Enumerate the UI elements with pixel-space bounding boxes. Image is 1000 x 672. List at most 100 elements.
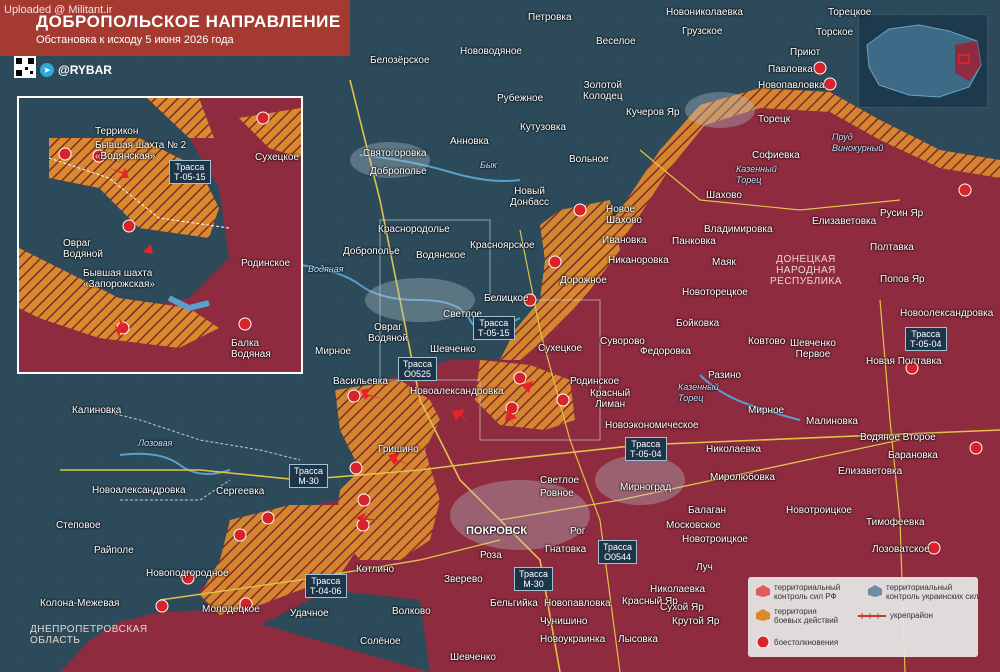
place-krasny-liman: Красный Лиман	[590, 388, 631, 410]
place-rog: Рог	[570, 526, 586, 537]
place-stepovoe: Степовое	[56, 520, 101, 531]
place-novoukrainka: Новоукраинка	[540, 634, 606, 645]
label-shakhta-2: Бывшая шахта № 2 «Водянская»	[95, 140, 187, 162]
place-lysovka: Лысовка	[618, 634, 658, 645]
place-kutuzovka: Кутузовка	[520, 122, 567, 133]
road-sign-t0406: Трасса Т-04-06	[305, 574, 347, 598]
inset-map: Террикон Бывшая шахта № 2 «Водянская» Тр…	[17, 96, 303, 374]
place-shakhovo: Шахово	[706, 190, 742, 201]
place-ivanovka: Ивановка	[602, 235, 647, 246]
place-lozovatskoe: Лозоватское	[872, 544, 930, 555]
place-grishino: Гришино	[378, 444, 419, 455]
place-boykovka: Бойковка	[676, 318, 720, 329]
legend-clashes: боестолкновения	[774, 638, 839, 647]
place-dorozhnoe: Дорожное	[560, 275, 607, 286]
place-elizavetovka: Елизаветовка	[812, 216, 877, 227]
place-torskoe: Торское	[816, 27, 854, 38]
place-rubezhnoe: Рубежное	[497, 93, 544, 104]
place-mirnograd: Мирноград	[620, 482, 672, 493]
place-balagan: Балаган	[688, 505, 727, 516]
place-novotroitskoe: Новотроицкое	[682, 534, 748, 545]
place-ovrag-vodyanoy: Овраг Водяной	[368, 322, 408, 344]
place-svetloe-s: Светлое	[540, 475, 580, 486]
label-rodinskoe-inset: Родинское	[241, 258, 291, 269]
legend-ua-control: территориальный контроль украинских сил	[886, 583, 979, 601]
place-svyatogorovka: Святогоровка	[363, 148, 427, 159]
place-zolotoy-kolodets: Золотой Колодец	[583, 80, 623, 102]
place-poltavka: Полтавка	[870, 242, 914, 253]
place-novopavlovka-s: Новопавловка	[544, 598, 611, 609]
map-title: ДОБРОПОЛЬСКОЕ НАПРАВЛЕНИЕ	[36, 12, 341, 31]
place-novoekonomicheskoe: Новоэкономическое	[605, 420, 699, 431]
legend-combat: территория боевых действий	[774, 607, 839, 625]
place-toretsk: Торецк	[758, 114, 791, 125]
place-mirolyubovka: Миролюбовка	[710, 472, 775, 483]
combat-swatch	[756, 609, 770, 621]
label-ovrag-inset: Овраг Водяной	[63, 238, 103, 260]
place-novotroitskoe-e: Новотроицкое	[786, 505, 852, 516]
fortified-line-icon	[858, 613, 886, 619]
place-vasilevka: Васильевка	[333, 376, 388, 387]
place-novooleksandrovka-e: Новоолександровка	[900, 308, 994, 319]
label-sukhetskoe-inset: Сухецкое	[255, 152, 300, 163]
place-baranovka: Барановка	[888, 450, 938, 461]
place-kucherov-yar: Кучеров Яр	[626, 107, 680, 118]
place-veseloe: Веселое	[596, 36, 636, 47]
place-vodyanoe-vtoroe: Водяное Второе	[860, 432, 936, 443]
place-volkovo: Волково	[392, 606, 431, 617]
place-novovodyanoe: Нововодяное	[460, 46, 522, 57]
place-sukhetskoe: Сухецкое	[538, 343, 583, 354]
place-pokrovsk: ПОКРОВСК	[466, 525, 528, 537]
place-solenoe: Солёное	[360, 636, 401, 647]
place-belozerskoe: Белозёрское	[370, 55, 430, 66]
place-novonikolaevka: Новониколаевка	[666, 7, 743, 18]
place-mayak: Маяк	[712, 257, 736, 268]
place-novy-donbass: Новый Донбасс	[510, 186, 550, 208]
place-toretskoe-n: Торецкое	[828, 7, 872, 18]
brand: ➤ @RYBAR	[40, 62, 112, 78]
place-mirnoe-e: Мирное	[748, 405, 785, 416]
road-sign-t0504-e: Трасса Т-05-04	[905, 327, 947, 351]
place-belgiyka: Бельгийка	[490, 598, 538, 609]
brand-name: @RYBAR	[58, 63, 112, 77]
place-kotlino-e: Ковтово	[748, 336, 786, 347]
road-sign-o0544: Трасса О0544	[598, 540, 638, 564]
place-rovnoe: Ровное	[540, 488, 574, 499]
label-balka: Балка Водяная	[231, 338, 271, 360]
place-krasnopodolye: Краснopодолье	[378, 224, 450, 235]
place-chunishino: Чунишино	[540, 616, 588, 627]
road-sign-t0515: Трасса Т-05-15	[473, 316, 515, 340]
place-gnatovka: Гнатовка	[545, 544, 587, 555]
place-shevchenko-n: Шевченко	[430, 344, 476, 355]
place-pankovka: Панковка	[672, 236, 716, 247]
paper-plane-icon: ➤	[40, 63, 54, 77]
region-dnr: ДОНЕЦКАЯ НАРОДНАЯ РЕСПУБЛИКА	[770, 254, 842, 287]
road-sign-t0515-inset: Трасса Т-05-15	[169, 160, 211, 184]
place-razino: Разино	[708, 370, 742, 381]
qr-code-icon	[14, 56, 36, 78]
place-rodinskoe: Родинское	[570, 376, 620, 387]
place-annovka: Анновка	[450, 136, 489, 147]
road-sign-m30: Трасса М-30	[514, 567, 554, 591]
road-sign-m30-w: Трасса М-30	[289, 464, 329, 488]
place-malinovka: Малиновка	[806, 416, 858, 427]
place-novaya-poltavka: Новая Полтавка	[866, 356, 942, 367]
water-lozovaya: Лозовая	[138, 438, 173, 448]
place-roza: Роза	[480, 550, 502, 561]
place-novopavlovka-n: Новопавловка	[758, 80, 825, 91]
place-vodyanskoe: Водянское	[416, 250, 466, 261]
place-raypole: Райполе	[94, 545, 134, 556]
place-novoaleksandrovka: Новоалександровка	[410, 386, 504, 397]
place-volnoe: Вольное	[569, 154, 609, 165]
road-sign-o0525: Трасса О0525	[398, 357, 438, 381]
place-elizavetovka-s: Елизаветовка	[838, 466, 903, 477]
legend-ru-control: территориальный контроль сил РФ	[774, 583, 841, 601]
water-byk: Бык	[480, 160, 497, 170]
place-molodetskoe: Молодецкое	[202, 604, 260, 615]
place-dobropolye-n: Доброполье	[370, 166, 427, 177]
ua-control-swatch	[868, 585, 882, 597]
place-sofievka: Софиевка	[752, 150, 800, 161]
place-suvorovo: Суворово	[600, 336, 645, 347]
place-zverevo: Зверево	[444, 574, 483, 585]
place-kolona-mezhevaya: Колона-Межевая	[40, 598, 120, 609]
